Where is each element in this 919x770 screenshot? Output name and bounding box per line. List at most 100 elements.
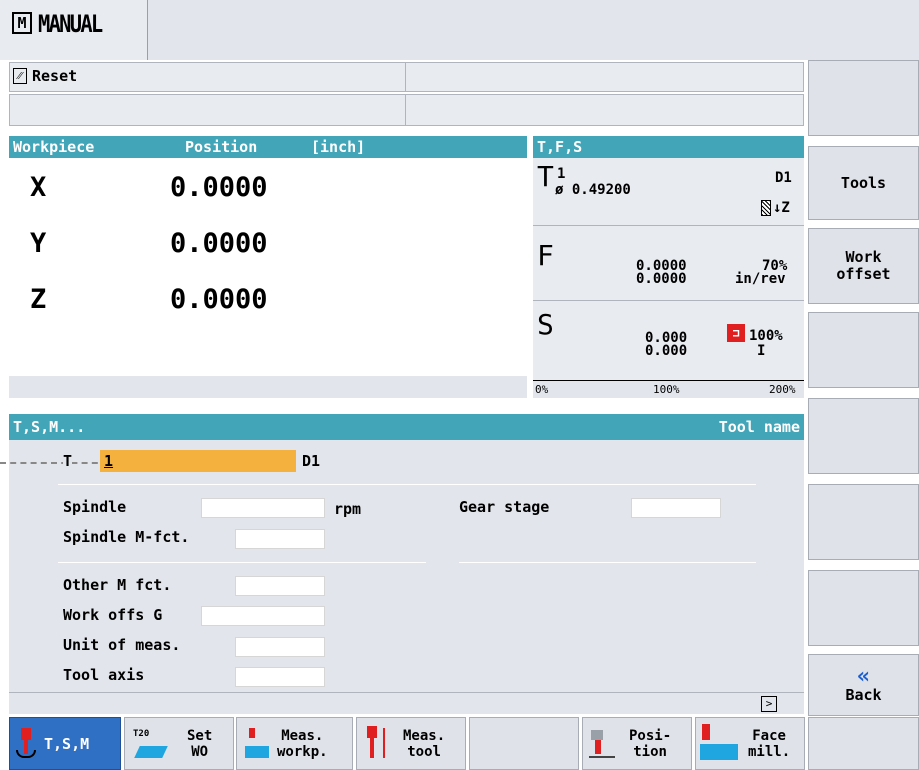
axis-row-z: Z 0.0000: [30, 284, 268, 315]
unit-meas-field[interactable]: [235, 637, 325, 657]
meas-workp-label: Meas. workp.: [277, 728, 328, 760]
axis-name: Z: [30, 284, 47, 315]
work-offs-label: Work offs G: [63, 606, 163, 624]
tool-number: 1: [557, 166, 566, 182]
meas-workp-icon: [243, 726, 271, 762]
axis-name: X: [30, 172, 47, 203]
tsm-footer: >: [9, 692, 804, 714]
back-label: Back: [845, 685, 882, 704]
meas-tool-label: Meas. tool: [403, 728, 446, 760]
axis-row-x: X 0.0000: [30, 172, 268, 203]
set-wo-softkey[interactable]: T20 Set WO: [124, 717, 234, 770]
rpm-label: rpm: [334, 500, 362, 518]
tsm-softkey[interactable]: T,S,M: [9, 717, 121, 770]
tool-axis-icon: [761, 200, 771, 216]
tsm-body: [9, 440, 804, 692]
mode-box: M MANUAL: [0, 0, 148, 60]
status-divider-2: [405, 95, 406, 125]
tsm-title: T,S,M...: [13, 418, 86, 436]
s-letter: S: [537, 308, 554, 341]
next-page-icon[interactable]: >: [761, 696, 777, 712]
tfs-f-row: F 0.0000 0.0000 70% in/rev: [533, 227, 804, 301]
back-softkey[interactable]: « Back: [808, 654, 919, 716]
tool-input[interactable]: 1: [100, 450, 296, 472]
scale-0: 0%: [535, 383, 549, 396]
tfs-t-row: T 1 ø 0.49200 D1 ↓Z: [533, 158, 804, 226]
vsk-7[interactable]: [808, 570, 919, 646]
spindle-speed-field[interactable]: [201, 498, 325, 518]
tfs-s-row: S 0.000 0.000 ⊐ 100% I: [533, 302, 804, 378]
axis-value: 0.0000: [170, 172, 268, 203]
f-unit: in/rev: [735, 271, 786, 287]
tfs-body: T 1 ø 0.49200 D1 ↓Z F 0.0000 0.0000 70% …: [533, 158, 804, 398]
other-mfct-label: Other M fct.: [63, 576, 172, 594]
position-label: Position: [185, 138, 258, 156]
channel-status: Reset: [32, 67, 78, 85]
separator-1: [58, 484, 756, 485]
axis-name: Y: [30, 228, 47, 259]
vsk-1[interactable]: [808, 60, 919, 136]
vsk-5[interactable]: [808, 398, 919, 474]
tool-value: 1: [104, 452, 114, 470]
d-value: D1: [302, 452, 321, 470]
scale-100: 100%: [653, 383, 680, 396]
spindle-stop-icon: ⊐: [727, 324, 745, 342]
gear-stage-field[interactable]: [631, 498, 721, 518]
vsk-6[interactable]: [808, 484, 919, 560]
tool-name-label: Tool name: [718, 418, 800, 436]
axis-row-y: Y 0.0000: [30, 228, 268, 259]
face-mill-label: Face mill.: [748, 728, 791, 760]
reset-icon: ⁄⁄: [13, 68, 27, 84]
workpiece-body: [9, 158, 527, 376]
s-value-2: 0.000: [645, 343, 688, 359]
separator-3: [459, 562, 756, 563]
meas-workp-softkey[interactable]: Meas. workp.: [236, 717, 353, 770]
tool-diameter: ø 0.49200: [555, 182, 631, 198]
meas-tool-icon: [363, 726, 393, 762]
unit-label: [inch]: [311, 138, 366, 156]
tool-axis: ↓Z: [773, 200, 790, 216]
unit-meas-label: Unit of meas.: [63, 636, 181, 654]
spindle-mfct-field[interactable]: [235, 529, 325, 549]
status-row-1: ⁄⁄ Reset: [9, 62, 804, 92]
scale-200: 200%: [769, 383, 796, 396]
hsk-8[interactable]: [808, 717, 919, 770]
status-divider: [405, 63, 406, 91]
workpiece-footer: [9, 376, 527, 398]
vsk-4[interactable]: [808, 312, 919, 388]
position-icon: [589, 726, 615, 762]
face-mill-icon: [700, 724, 740, 764]
tsm-softkey-label: T,S,M: [44, 735, 90, 753]
tfs-title: T,F,S: [537, 138, 583, 156]
hsk-5[interactable]: [469, 717, 579, 770]
position-softkey[interactable]: Posi- tion: [582, 717, 692, 770]
tool-axis-field[interactable]: [235, 667, 325, 687]
axis-value: 0.0000: [170, 284, 268, 315]
workpiece-header: Workpiece Position [inch]: [9, 136, 527, 158]
set-wo-label: Set WO: [187, 728, 213, 760]
status-row-2: [9, 94, 804, 126]
t-letter: T: [537, 160, 554, 193]
workpiece-title: Workpiece: [13, 138, 95, 156]
work-offset-softkey[interactable]: Work offset: [808, 228, 919, 304]
other-mfct-field[interactable]: [235, 576, 325, 596]
pointer-line: [0, 462, 108, 464]
s-gear: I: [757, 343, 766, 359]
set-wo-icon: T20: [131, 726, 168, 762]
spindle-label: Spindle: [63, 498, 127, 516]
axis-value: 0.0000: [170, 228, 268, 259]
tsm-header: T,S,M... Tool name: [9, 414, 804, 440]
gear-stage-label: Gear stage: [459, 498, 550, 516]
tools-softkey[interactable]: Tools: [808, 146, 919, 220]
f-value-2: 0.0000: [636, 271, 687, 287]
tfs-header: T,F,S: [533, 136, 804, 158]
face-mill-softkey[interactable]: Face mill.: [695, 717, 805, 770]
spindle-mfct-label: Spindle M-fct.: [63, 528, 190, 546]
separator-2: [58, 562, 426, 563]
meas-tool-softkey[interactable]: Meas. tool: [356, 717, 466, 770]
work-offs-field[interactable]: [201, 606, 325, 626]
back-arrows-icon: «: [856, 663, 871, 689]
tool-axis-label: Tool axis: [63, 666, 145, 684]
mode-manual-icon: M: [12, 12, 32, 34]
d-number: D1: [775, 170, 792, 186]
